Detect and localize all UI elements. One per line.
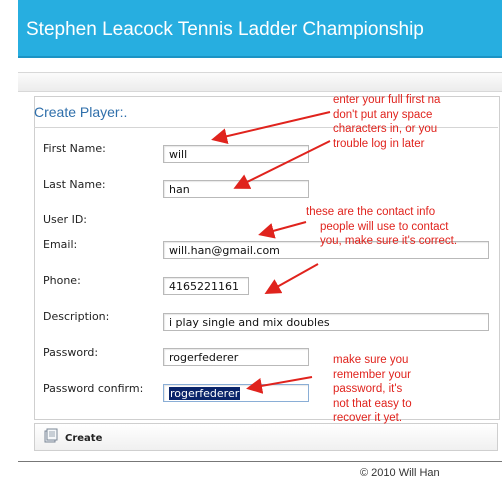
arrow-to-first-name [211, 111, 331, 145]
arrow-to-last-name [233, 140, 331, 189]
arrow-to-phone [264, 263, 319, 294]
arrow-to-password-confirm [246, 376, 313, 394]
annotation-arrows [211, 111, 331, 394]
arrow-to-email [258, 221, 307, 239]
